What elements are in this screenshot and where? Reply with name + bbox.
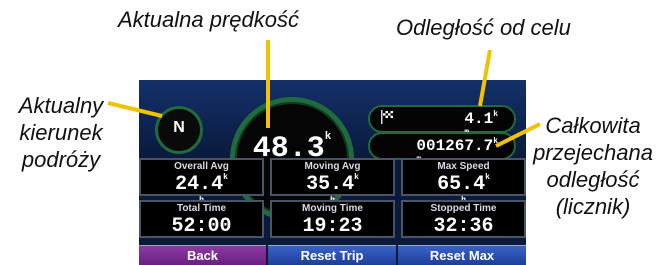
callout-current-speed: Aktualna prędkość (118, 7, 299, 32)
reset-trip-button[interactable]: Reset Trip (268, 245, 396, 265)
heading-value: N (173, 119, 185, 136)
tile-overall-avg: Overall Avg 24.4kh (139, 158, 264, 205)
odometer-value: 001267.7 (416, 137, 494, 155)
checkered-flag-icon (381, 110, 393, 124)
tile-label: Total Time (176, 203, 227, 214)
reset-max-button[interactable]: Reset Max (398, 245, 526, 265)
tile-label: Overall Avg (174, 161, 229, 172)
trip-computer-screen: N 48.3kh 4.1km 001267.7km Overall Avg 24… (139, 80, 526, 265)
callout-odo-line: (licznik) (555, 194, 631, 219)
callout-current-heading: Aktualny kierunek podróży (2, 92, 120, 173)
callout-odometer: Całkowita przejechana odległość (licznik… (520, 112, 666, 220)
heading-compass: N (155, 106, 203, 154)
distance-value: 4.1 (464, 110, 494, 128)
distance-to-destination-field: 4.1km (368, 105, 516, 137)
tile-label: Max Speed (437, 161, 490, 172)
tile-label: Stopped Time (430, 203, 497, 214)
tile-value: 19:23 (302, 215, 363, 238)
tile-moving-time: Moving Time 19:23 (270, 200, 395, 238)
callout-distance-to-destination: Odległość od celu (396, 15, 571, 40)
tile-value: 32:36 (433, 215, 494, 238)
tile-max-speed: Max Speed 65.4kh (401, 158, 526, 205)
odometer-field: 001267.7km (368, 132, 516, 164)
callout-heading-line: podróży (21, 147, 101, 172)
tile-moving-avg: Moving Avg 35.4kh (270, 158, 395, 205)
tile-value: 52:00 (171, 215, 232, 238)
tile-label: Moving Avg (304, 161, 361, 172)
callout-odo-line: odległość (546, 167, 640, 192)
callout-heading-line: Aktualny (18, 93, 104, 118)
callout-heading-line: kierunek (19, 120, 103, 145)
callout-odo-line: Całkowita (545, 113, 641, 138)
tile-label: Moving Time (302, 203, 363, 214)
back-button[interactable]: Back (139, 245, 266, 265)
tile-total-time: Total Time 52:00 (139, 200, 264, 238)
tile-stopped-time: Stopped Time 32:36 (401, 200, 526, 238)
callout-odo-line: przejechana (533, 140, 653, 165)
